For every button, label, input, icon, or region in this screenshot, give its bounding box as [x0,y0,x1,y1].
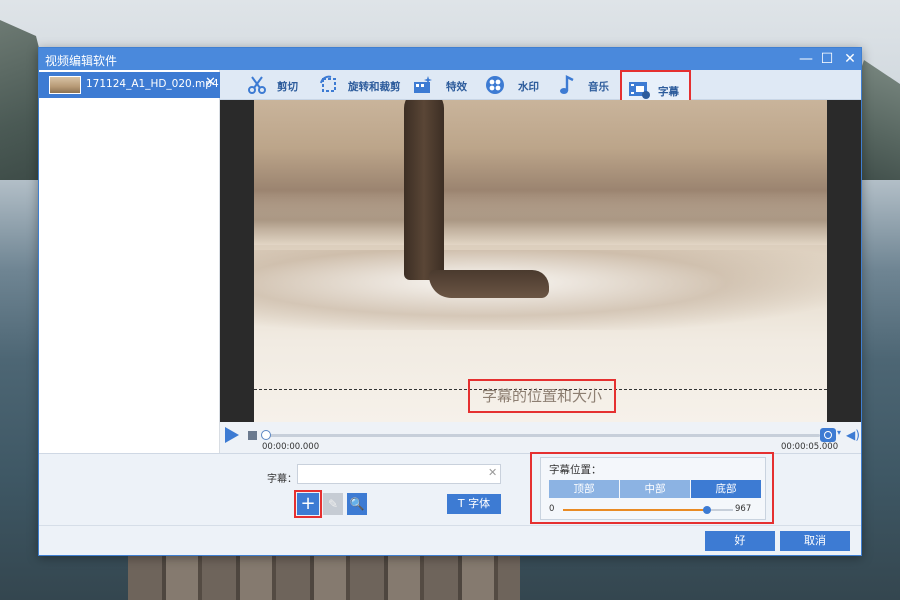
title-bar: 视频编辑软件 — ☐ ✕ [39,48,861,70]
slider-max-value: 967 [735,504,752,514]
slider-min-value: 0 [549,504,555,514]
subtitle-position-group: 字幕位置： 顶部 中部 底部 0 967 [540,457,766,520]
effects-icon [414,76,432,93]
video-preview: 字幕的位置和大小 [220,100,861,422]
video-frame: 字幕的位置和大小 [254,100,827,422]
subtitle-icon [629,82,650,99]
subtitle-position-highlight: 字幕位置： 顶部 中部 底部 0 967 [530,452,774,524]
subtitle-settings-panel: 字幕： ✕ + ✎ 🔍 T 字体 字幕位置： 顶部 中部 底部 0 967 [39,452,861,525]
total-time: 00:00:05.000 [781,442,839,452]
video-thumbnail [49,76,81,94]
camera-icon[interactable] [820,428,836,442]
ok-button[interactable]: 好 [705,531,775,551]
cancel-button[interactable]: 取消 [780,531,850,551]
maximize-button[interactable]: ☐ [816,48,838,70]
frame-scenery [404,100,444,280]
frame-scenery [429,270,549,298]
file-list-item[interactable]: 171124_A1_HD_020.mp4 ✕ [39,72,220,98]
window-title: 视频编辑软件 [45,54,118,68]
tool-label: 水印 [518,81,539,93]
remove-file-icon[interactable]: ✕ [205,75,216,90]
tool-label: 剪切 [277,81,298,93]
add-subtitle-button[interactable]: + [294,490,322,518]
tool-music[interactable]: 音乐 [556,70,612,100]
dialog-footer: 好 取消 [39,525,861,555]
volume-icon[interactable]: ◀) [846,428,860,442]
tool-rotate-crop[interactable]: 旋转和裁剪 [318,70,401,100]
play-icon[interactable] [225,427,239,443]
edit-toolbar: 剪切 旋转和裁剪 特效 水印 音乐 字幕 [220,70,861,110]
stop-icon[interactable] [248,431,257,440]
scissors-icon [248,76,266,94]
rotate-crop-icon [320,75,336,92]
position-bottom-button[interactable]: 底部 [691,480,761,498]
subtitle-label: 字幕： [267,474,297,485]
playback-bar: 00:00:00.000 00:00:05.000 ▾ ◀) [220,422,861,453]
subtitle-preview-box[interactable]: 字幕的位置和大小 [468,379,616,413]
timeline-knob[interactable] [261,430,271,440]
music-note-icon [560,75,574,94]
position-middle-button[interactable]: 中部 [620,480,690,498]
timeline-track[interactable] [264,434,820,437]
file-name: 171124_A1_HD_020.mp4 [86,78,219,90]
tool-label: 旋转和裁剪 [348,81,401,93]
position-segmented-control: 顶部 中部 底部 [549,458,761,498]
watermark-icon [486,76,504,94]
chevron-down-icon[interactable]: ▾ [837,428,841,437]
tool-cut[interactable]: 剪切 [246,70,306,100]
subtitle-input[interactable] [297,464,501,484]
close-window-button[interactable]: ✕ [839,48,861,70]
tool-effects[interactable]: 特效 [412,70,468,100]
tool-label: 字幕 [658,86,679,98]
clear-input-icon[interactable]: ✕ [488,466,497,479]
file-list-panel: 171124_A1_HD_020.mp4 ✕ [39,70,220,453]
current-time: 00:00:00.000 [262,442,320,452]
search-subtitle-button[interactable]: 🔍 [347,493,367,515]
tool-watermark[interactable]: 水印 [484,70,544,100]
position-top-button[interactable]: 顶部 [549,480,619,498]
position-slider[interactable] [563,506,733,514]
tool-label: 特效 [446,81,467,93]
minimize-button[interactable]: — [795,48,817,70]
slider-knob[interactable] [703,506,711,514]
video-editor-window: 视频编辑软件 — ☐ ✕ 171124_A1_HD_020.mp4 ✕ 剪切 旋… [38,47,862,556]
font-button[interactable]: T 字体 [447,494,501,514]
slider-fill [563,509,707,511]
background-wooden-dock [128,556,520,600]
frame-scenery [254,195,827,245]
edit-subtitle-button[interactable]: ✎ [323,493,343,515]
tool-label: 音乐 [588,81,609,93]
